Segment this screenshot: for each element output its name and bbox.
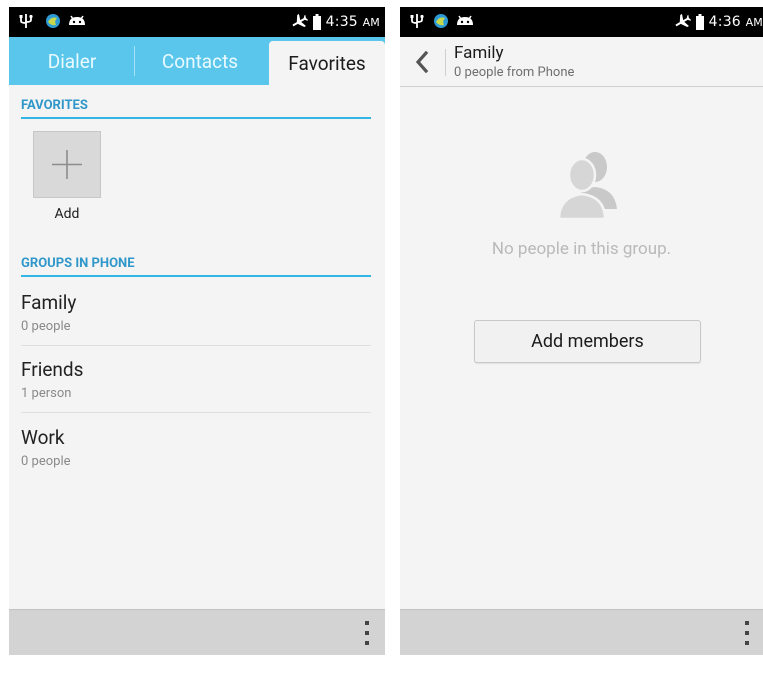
back-arrow-icon bbox=[415, 50, 429, 74]
status-bar: 4:35 AM bbox=[9, 7, 385, 37]
status-time: 4:36 AM bbox=[708, 14, 763, 30]
group-item-family[interactable]: Family 0 people bbox=[21, 279, 371, 346]
android-debug-icon bbox=[457, 15, 473, 25]
group-name: Family bbox=[21, 291, 77, 314]
usb-icon bbox=[19, 14, 33, 28]
app-notification-icon bbox=[46, 14, 60, 28]
usb-icon bbox=[410, 14, 424, 28]
group-count: 0 people bbox=[21, 454, 71, 469]
battery-icon bbox=[695, 14, 704, 30]
plus-icon bbox=[52, 150, 82, 179]
status-time: 4:35 AM bbox=[325, 14, 380, 30]
action-bar: Family 0 people from Phone bbox=[400, 37, 763, 87]
group-name: Work bbox=[21, 426, 65, 449]
app-notification-icon bbox=[434, 14, 448, 28]
battery-icon bbox=[312, 14, 321, 30]
tab-contacts[interactable]: Contacts bbox=[135, 37, 265, 85]
group-count: 1 person bbox=[21, 386, 72, 401]
empty-group-message: No people in this group. bbox=[491, 239, 672, 259]
action-bar-divider bbox=[445, 49, 446, 76]
overflow-menu-icon[interactable] bbox=[363, 621, 371, 645]
tab-bar: Dialer Contacts Favorites bbox=[9, 37, 385, 85]
people-icon bbox=[557, 152, 617, 219]
group-item-friends[interactable]: Friends 1 person bbox=[21, 346, 371, 413]
android-debug-icon bbox=[69, 15, 85, 25]
group-count: 0 people bbox=[21, 319, 71, 334]
bottom-action-bar bbox=[400, 609, 763, 655]
add-favorite-label: Add bbox=[54, 206, 80, 222]
tab-favorites[interactable]: Favorites bbox=[269, 41, 385, 85]
favorites-screen: 4:35 AM Dialer Contacts Favorites FAVORI… bbox=[9, 7, 385, 655]
group-title: Family bbox=[454, 43, 504, 63]
groups-section-header: GROUPS IN PHONE bbox=[21, 251, 371, 277]
group-subtitle: 0 people from Phone bbox=[454, 65, 575, 80]
add-members-button[interactable]: Add members bbox=[474, 320, 701, 363]
tab-dialer[interactable]: Dialer bbox=[9, 37, 135, 85]
back-button[interactable] bbox=[400, 37, 446, 87]
airplane-mode-icon bbox=[292, 14, 308, 28]
group-detail-screen: 4:36 AM Family 0 people from Phone No pe… bbox=[400, 7, 763, 655]
status-bar: 4:36 AM bbox=[400, 7, 763, 37]
favorites-section-header: FAVORITES bbox=[21, 93, 371, 119]
overflow-menu-icon[interactable] bbox=[743, 621, 751, 645]
group-name: Friends bbox=[21, 358, 84, 381]
bottom-action-bar bbox=[9, 609, 385, 655]
add-favorite-button[interactable] bbox=[33, 131, 101, 198]
airplane-mode-icon bbox=[675, 14, 691, 28]
group-item-work[interactable]: Work 0 people bbox=[21, 414, 371, 481]
